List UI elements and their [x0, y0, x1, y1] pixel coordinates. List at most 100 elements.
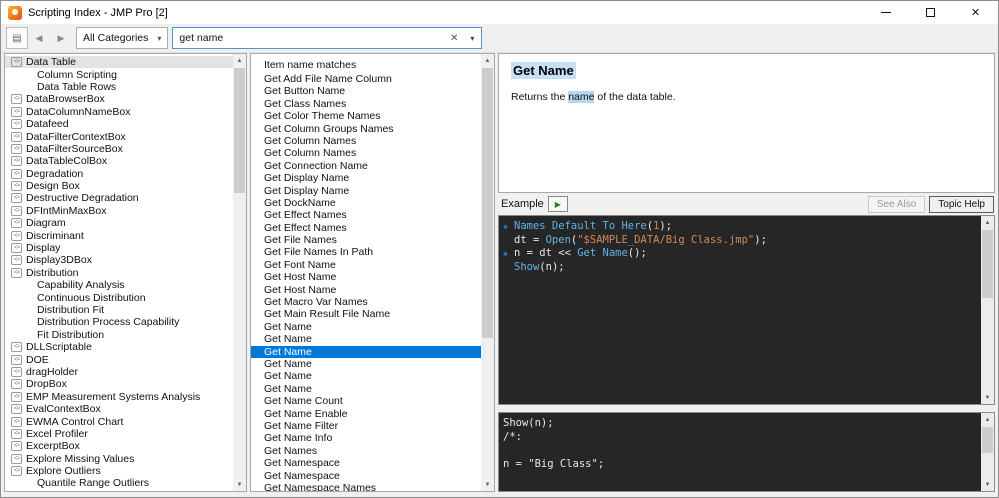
- match-item[interactable]: Get Display Name: [251, 172, 481, 184]
- tree-item[interactable]: <> dragHolder: [5, 366, 233, 378]
- match-item[interactable]: Get Namespace Names: [251, 482, 481, 491]
- tree-item[interactable]: <> Diagram: [5, 217, 233, 229]
- match-item[interactable]: Get Font Name: [251, 259, 481, 271]
- match-item[interactable]: Get Name Info: [251, 432, 481, 444]
- scroll-down-icon[interactable]: ▼: [981, 478, 994, 491]
- match-item[interactable]: Get Effect Names: [251, 222, 481, 234]
- scroll-down-icon[interactable]: ▼: [481, 478, 494, 491]
- match-item[interactable]: Get Name: [251, 333, 481, 345]
- match-item[interactable]: Get Namespace: [251, 457, 481, 469]
- tree-item[interactable]: <> Distribution: [5, 267, 233, 279]
- scroll-thumb[interactable]: [982, 230, 993, 298]
- match-item[interactable]: Get Name: [251, 358, 481, 370]
- match-item[interactable]: Get Button Name: [251, 85, 481, 97]
- close-button[interactable]: ✕: [953, 1, 998, 24]
- match-item[interactable]: Get Color Theme Names: [251, 110, 481, 122]
- scroll-thumb[interactable]: [234, 68, 245, 193]
- tree-item[interactable]: <> Discriminant: [5, 229, 233, 242]
- match-item[interactable]: Get File Names In Path: [251, 246, 481, 258]
- match-item[interactable]: Get Column Names: [251, 135, 481, 147]
- match-item[interactable]: Get Display Name: [251, 185, 481, 197]
- log-output[interactable]: Show(n);/*: n = "Big Class";: [499, 413, 981, 491]
- tree-item[interactable]: <> DataFilterSourceBox: [5, 143, 233, 155]
- code-scrollbar[interactable]: ▲ ▼: [981, 216, 994, 404]
- match-item[interactable]: Get Column Groups Names: [251, 123, 481, 135]
- match-item[interactable]: Get DockName: [251, 197, 481, 209]
- match-item[interactable]: Get Namespace: [251, 470, 481, 482]
- tree-item[interactable]: Capability Analysis: [5, 279, 233, 291]
- tree-item[interactable]: <> EMP Measurement Systems Analysis: [5, 391, 233, 403]
- scroll-down-icon[interactable]: ▼: [981, 391, 994, 404]
- tree-item[interactable]: <> DOE: [5, 353, 233, 366]
- tree-item[interactable]: Column Scripting: [5, 68, 233, 81]
- tree-scrollbar[interactable]: ▲ ▼: [233, 54, 246, 491]
- tree-item[interactable]: Distribution Fit: [5, 304, 233, 316]
- match-item[interactable]: Get Name Filter: [251, 420, 481, 432]
- tree-item[interactable]: <> DataFilterContextBox: [5, 130, 233, 143]
- match-item[interactable]: Get Effect Names: [251, 209, 481, 221]
- clear-search-button[interactable]: ✕: [443, 33, 465, 44]
- tree-item[interactable]: <> Explore Missing Values: [5, 453, 233, 465]
- tree-item[interactable]: <> ExcerptBox: [5, 440, 233, 452]
- tree-item[interactable]: <> DFIntMinMaxBox: [5, 205, 233, 217]
- match-item[interactable]: Get Name: [251, 383, 481, 395]
- forward-button[interactable]: ▶: [50, 27, 72, 49]
- panel-toggle-button[interactable]: ▤: [6, 27, 28, 49]
- tree-item[interactable]: <> Explore Outliers: [5, 465, 233, 477]
- tree-item[interactable]: <> Degradation: [5, 168, 233, 180]
- match-item[interactable]: Get File Names: [251, 234, 481, 246]
- match-item[interactable]: Get Class Names: [251, 98, 481, 110]
- maximize-button[interactable]: [908, 1, 953, 24]
- scroll-up-icon[interactable]: ▲: [981, 216, 994, 229]
- match-item[interactable]: Get Name Count: [251, 395, 481, 407]
- scroll-up-icon[interactable]: ▲: [481, 54, 494, 67]
- match-item[interactable]: Get Main Result File Name: [251, 308, 481, 320]
- scroll-thumb[interactable]: [982, 427, 993, 453]
- back-button[interactable]: ◀: [28, 27, 50, 49]
- tree-item[interactable]: <> Display3DBox: [5, 254, 233, 266]
- match-item[interactable]: Get Add File Name Column: [251, 73, 481, 85]
- see-also-button[interactable]: See Also: [867, 195, 926, 213]
- match-item[interactable]: Get Column Names: [251, 147, 481, 159]
- code-editor[interactable]: ◆ Names Default To Here(1); dt = Open("$SA…: [499, 216, 981, 404]
- tree-item[interactable]: Continuous Distribution: [5, 291, 233, 304]
- tree-item[interactable]: <> EvalContextBox: [5, 403, 233, 415]
- run-example-button[interactable]: ▶: [547, 196, 568, 212]
- tree-item[interactable]: Fit Distribution: [5, 329, 233, 341]
- scroll-up-icon[interactable]: ▲: [981, 413, 994, 426]
- match-item[interactable]: Get Name: [251, 370, 481, 382]
- match-item[interactable]: Get Name Enable: [251, 408, 481, 420]
- splitter[interactable]: [498, 405, 995, 412]
- tree-item[interactable]: <> Destructive Degradation: [5, 192, 233, 204]
- match-item[interactable]: Get Host Name: [251, 284, 481, 296]
- tree-item[interactable]: Quantile Range Outliers: [5, 477, 233, 489]
- search-dropdown-button[interactable]: ▾: [465, 34, 477, 43]
- minimize-button[interactable]: [863, 1, 908, 24]
- tree-item[interactable]: <> Design Box: [5, 180, 233, 192]
- tree-item[interactable]: <> DataTableColBox: [5, 155, 233, 167]
- scroll-down-icon[interactable]: ▼: [233, 478, 246, 491]
- tree-item[interactable]: Distribution Process Capability: [5, 316, 233, 328]
- tree-item[interactable]: <> Display: [5, 242, 233, 254]
- tree-item[interactable]: <> Datafeed: [5, 118, 233, 130]
- match-item[interactable]: Get Connection Name: [251, 160, 481, 172]
- tree-item[interactable]: <> DataColumnNameBox: [5, 106, 233, 118]
- search-input[interactable]: [179, 32, 443, 44]
- match-item[interactable]: Get Macro Var Names: [251, 296, 481, 308]
- match-item[interactable]: Get Name: [251, 345, 481, 358]
- tree-item[interactable]: <> EWMA Control Chart: [5, 415, 233, 428]
- match-item[interactable]: Get Name: [251, 321, 481, 333]
- scroll-up-icon[interactable]: ▲: [233, 54, 246, 67]
- scroll-thumb[interactable]: [482, 68, 493, 338]
- tree-item[interactable]: <> DLLScriptable: [5, 341, 233, 353]
- tree-item[interactable]: <> DataBrowserBox: [5, 93, 233, 105]
- category-filter-dropdown[interactable]: All Categories ▾: [76, 27, 169, 49]
- match-item[interactable]: Get Names: [251, 445, 481, 457]
- list-scrollbar[interactable]: ▲ ▼: [481, 54, 494, 491]
- topic-help-button[interactable]: Topic Help: [929, 195, 994, 213]
- tree-item[interactable]: <> Data Table: [5, 56, 233, 69]
- tree-item[interactable]: Data Table Rows: [5, 81, 233, 93]
- tree-item[interactable]: <> DropBox: [5, 378, 233, 390]
- log-scrollbar[interactable]: ▲ ▼: [981, 413, 994, 491]
- match-item[interactable]: Get Host Name: [251, 271, 481, 283]
